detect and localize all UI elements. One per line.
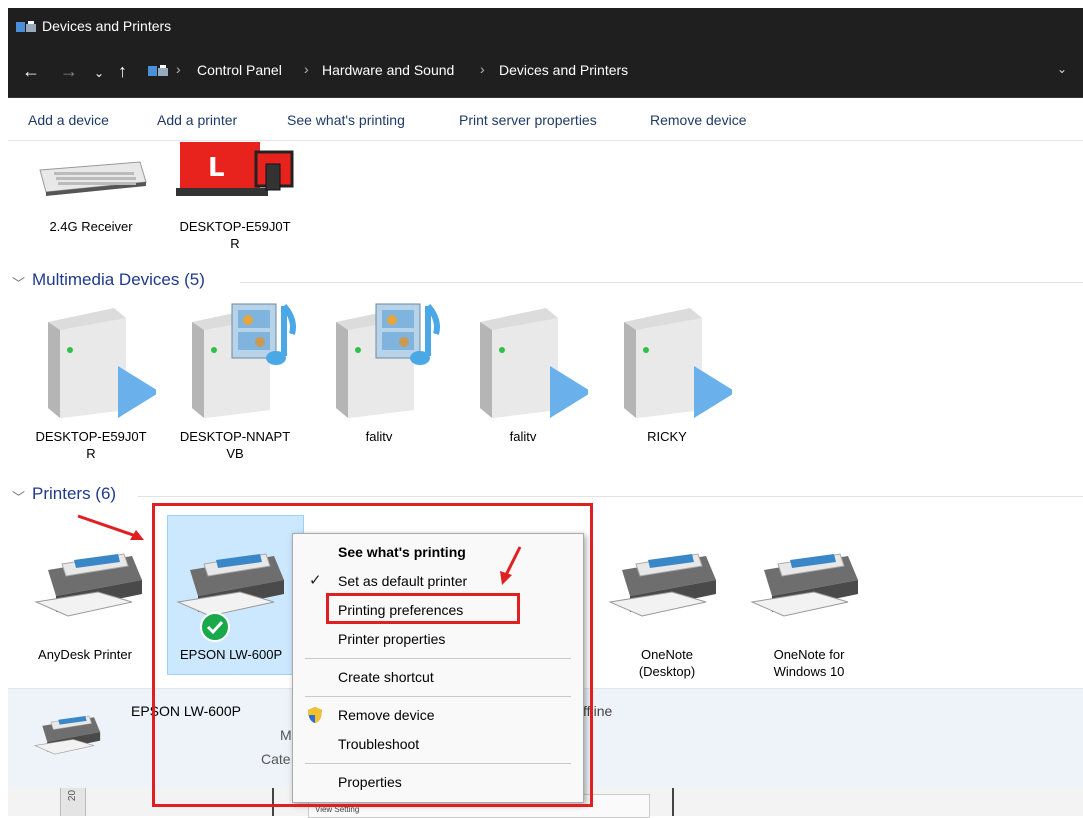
- recent-locations-icon[interactable]: ⌄: [94, 62, 104, 84]
- printer-item-onenote-desktop[interactable]: OneNote (Desktop): [602, 540, 732, 690]
- up-icon[interactable]: ↑: [118, 60, 127, 82]
- remove-device-button[interactable]: Remove device: [650, 112, 747, 128]
- device-label: OneNote (Desktop): [638, 647, 696, 679]
- printer-icon: [744, 540, 874, 623]
- add-device-button[interactable]: Add a device: [28, 112, 109, 128]
- printer-item-onenote-win10[interactable]: OneNote for Windows 10: [744, 540, 874, 690]
- annotation-highlight-box: [152, 503, 593, 807]
- svg-text:L: L: [208, 153, 225, 183]
- printer-icon: [28, 540, 158, 623]
- group-header-multimedia[interactable]: ﹀ Multimedia Devices (5): [8, 270, 1083, 294]
- breadcrumb-separator: ›: [176, 61, 181, 77]
- ruler: 20: [60, 788, 86, 816]
- media-server-music-icon: [336, 303, 440, 418]
- device-label: 2.4G Receiver: [49, 219, 133, 234]
- breadcrumb-control-panel[interactable]: Control Panel: [197, 62, 282, 78]
- multimedia-device-item[interactable]: RICKY: [602, 300, 732, 470]
- media-server-music-icon: [192, 303, 296, 418]
- window-title: Devices and Printers: [42, 18, 172, 34]
- add-printer-button[interactable]: Add a printer: [157, 112, 237, 128]
- title-bar: Devices and Printers: [8, 8, 1083, 46]
- back-icon[interactable]: ←: [22, 60, 40, 82]
- printer-icon: [602, 540, 732, 623]
- forward-icon[interactable]: →: [60, 60, 78, 82]
- device-item[interactable]: L DESKTOP-E59J0T R: [170, 140, 300, 260]
- device-label: DESKTOP-E59J0T R: [35, 429, 147, 461]
- address-dropdown-icon[interactable]: ⌄: [1057, 62, 1067, 76]
- devices-printers-icon: [16, 21, 36, 32]
- annotation-arrow-icon: [77, 514, 144, 540]
- device-label: RICKY: [647, 429, 687, 444]
- collapse-chevron-icon[interactable]: ﹀: [12, 487, 25, 506]
- divider: [240, 282, 1083, 283]
- media-server-play-icon: [624, 308, 732, 418]
- computer-icon: L: [176, 142, 294, 196]
- device-label: falitv: [365, 429, 393, 444]
- device-label: OneNote for Windows 10: [773, 647, 845, 679]
- device-item[interactable]: 2.4G Receiver: [26, 150, 156, 260]
- multimedia-device-item[interactable]: DESKTOP-NNAPT VB: [170, 300, 300, 470]
- printer-icon: [30, 707, 110, 760]
- annotation-highlight-box: [326, 593, 520, 624]
- annotation-arrow-icon: [500, 546, 522, 585]
- media-server-play-icon: [480, 308, 588, 418]
- multimedia-device-item[interactable]: falitv: [314, 300, 444, 470]
- device-label: DESKTOP-NNAPT VB: [179, 429, 291, 461]
- multimedia-device-item[interactable]: DESKTOP-E59J0T R: [26, 300, 156, 470]
- divider: [138, 496, 1083, 497]
- device-label: AnyDesk Printer: [38, 647, 132, 662]
- breadcrumb-hardware-sound[interactable]: Hardware and Sound: [322, 62, 454, 78]
- device-label: falitv: [509, 429, 537, 444]
- keyboard-icon: [39, 161, 147, 196]
- group-title: Printers (6): [32, 484, 117, 503]
- ruler-number: 20: [67, 789, 79, 802]
- printer-item-anydesk[interactable]: AnyDesk Printer: [28, 540, 158, 670]
- device-label: DESKTOP-E59J0T R: [179, 219, 291, 251]
- group-title: Multimedia Devices (5): [32, 270, 205, 289]
- multimedia-device-item[interactable]: falitv: [458, 300, 588, 470]
- address-bar: ← → ⌄ ↑ › Control Panel › Hardware and S…: [8, 46, 1083, 98]
- breadcrumb-devices-printers[interactable]: Devices and Printers: [499, 62, 628, 78]
- print-server-properties-button[interactable]: Print server properties: [459, 112, 597, 128]
- breadcrumb-separator: ›: [480, 61, 485, 77]
- collapse-chevron-icon[interactable]: ﹀: [12, 273, 25, 292]
- control-panel-icon: [148, 65, 168, 76]
- media-server-play-icon: [48, 308, 156, 418]
- command-toolbar: Add a device Add a printer See what's pr…: [8, 98, 1083, 141]
- breadcrumb-separator: ›: [304, 61, 309, 77]
- divider: [672, 788, 674, 816]
- see-whats-printing-button[interactable]: See what's printing: [287, 112, 405, 128]
